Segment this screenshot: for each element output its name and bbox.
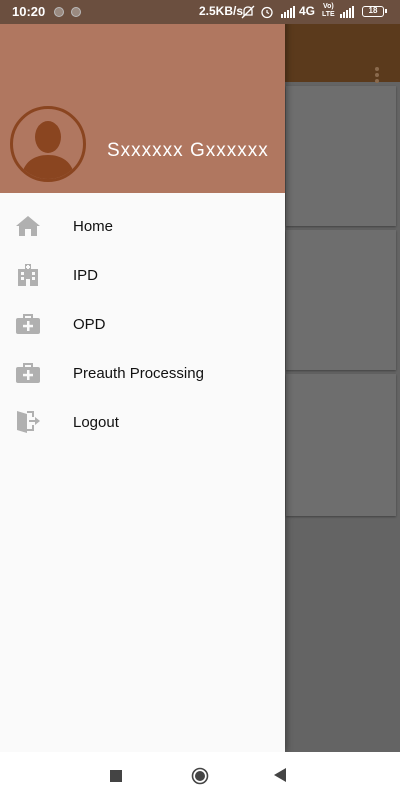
drawer-menu: Home IPD OPD Preauth Processing Logout — [0, 202, 285, 447]
notification-dot-icon — [54, 7, 64, 17]
menu-item-preauth-processing[interactable]: Preauth Processing — [0, 349, 285, 398]
menu-item-label: IPD — [73, 267, 99, 284]
menu-item-ipd[interactable]: IPD — [0, 251, 285, 300]
menu-item-home[interactable]: Home — [0, 202, 285, 251]
menu-item-label: Preauth Processing — [73, 365, 204, 382]
background-card — [286, 86, 396, 226]
drawer-header: Sxxxxxx Gxxxxxx — [0, 24, 285, 193]
logout-door-icon — [17, 411, 40, 433]
volte-indicator: Vo) LTE — [322, 3, 335, 19]
background-card — [286, 230, 396, 370]
menu-item-label: OPD — [73, 316, 106, 333]
home-icon — [16, 216, 40, 236]
alarm-clock-icon — [261, 6, 273, 19]
more-vertical-icon[interactable] — [370, 67, 384, 87]
medical-kit-icon — [16, 363, 40, 383]
menu-item-logout[interactable]: Logout — [0, 398, 285, 447]
background-card — [286, 374, 396, 516]
signal-strength-icon — [281, 6, 295, 18]
battery-level: 18 — [368, 6, 378, 15]
medical-kit-icon — [16, 314, 40, 334]
triangle-back-icon[interactable] — [274, 768, 286, 782]
square-icon[interactable] — [110, 770, 122, 782]
battery-icon: 18 — [362, 6, 387, 17]
menu-item-label: Home — [73, 218, 114, 235]
network-type: 4G — [299, 4, 316, 18]
navigation-drawer: Sxxxxxx Gxxxxxx Home IPD OPD Preauth Pro… — [0, 0, 285, 752]
status-time: 10:20 — [12, 4, 46, 19]
menu-item-opd[interactable]: OPD — [0, 300, 285, 349]
hospital-building-icon — [18, 264, 38, 286]
user-name: Sxxxxxx Gxxxxxx — [107, 140, 269, 161]
signal-strength-icon — [340, 6, 354, 18]
avatar — [10, 106, 86, 182]
volte-bottom: LTE — [322, 11, 335, 18]
volte-top: Vo) — [322, 3, 334, 10]
user-silhouette-icon — [21, 121, 75, 179]
network-speed: 2.5KB/s — [199, 4, 244, 18]
status-bar: 10:20 2.5KB/s 4G Vo) LTE 18 — [0, 0, 400, 24]
notification-dot-icon — [71, 7, 81, 17]
silent-bell-icon — [241, 5, 255, 19]
menu-item-label: Logout — [73, 414, 119, 431]
circle-icon[interactable] — [191, 767, 209, 785]
